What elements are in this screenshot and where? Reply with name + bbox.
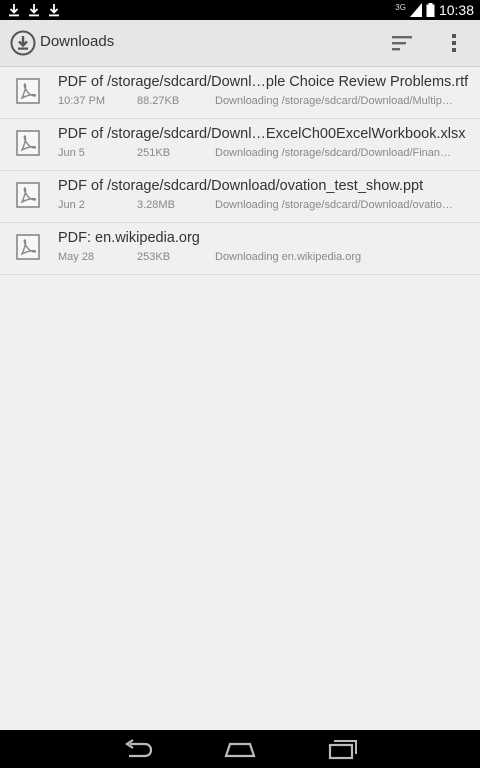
battery-icon [426,3,435,17]
notification-icons [8,2,60,18]
downloads-app-icon[interactable] [10,30,36,56]
download-size: 3.28MB [137,199,175,211]
download-title: PDF: en.wikipedia.org [58,230,200,246]
download-item[interactable]: PDF of /storage/sdcard/Download/ovation_… [0,171,480,223]
download-time: Jun 5 [58,147,85,159]
pdf-file-icon [16,78,40,104]
download-title: PDF of /storage/sdcard/Downl…ple Choice … [58,74,469,90]
network-type-label: 3G [395,2,406,12]
back-icon[interactable] [118,736,158,762]
download-icon [9,4,19,17]
download-size: 253KB [137,251,171,263]
recent-apps-icon[interactable] [322,736,362,762]
download-status: Downloading /storage/sdcard/Download/Fin… [215,147,452,159]
download-item[interactable]: PDF of /storage/sdcard/Downl…ple Choice … [0,67,480,119]
download-status: Downloading /storage/sdcard/Download/ova… [215,199,453,211]
download-title: PDF of /storage/sdcard/Download/ovation_… [58,178,424,194]
clock: 10:38 [438,2,474,18]
status-right: 3G 10:38 [395,1,474,19]
download-time: May 28 [58,251,95,263]
download-title: PDF of /storage/sdcard/Downl…ExcelCh00Ex… [58,126,466,142]
download-time: Jun 2 [58,199,85,211]
download-item[interactable]: PDF: en.wikipedia.org May 28 253KB Downl… [0,223,480,275]
download-icon [49,4,59,17]
download-item[interactable]: PDF of /storage/sdcard/Downl…ExcelCh00Ex… [0,119,480,171]
signal-icon [409,3,422,17]
navigation-bar [0,730,480,768]
sort-icon[interactable] [390,33,414,53]
status-bar: 3G 10:38 [0,0,480,20]
action-bar: Downloads [0,20,480,67]
download-size: 88.27KB [137,95,180,107]
overflow-menu-icon[interactable] [446,32,462,54]
pdf-file-icon [16,182,40,208]
page-title: Downloads [40,33,115,50]
download-size: 251KB [137,147,171,159]
pdf-file-icon [16,234,40,260]
home-icon[interactable] [220,736,260,762]
pdf-file-icon [16,130,40,156]
download-status: Downloading /storage/sdcard/Download/Mul… [215,95,453,107]
downloads-list: PDF of /storage/sdcard/Downl…ple Choice … [0,67,480,275]
download-time: 10:37 PM [58,95,106,107]
download-icon [29,4,39,17]
download-status: Downloading en.wikipedia.org [215,251,362,263]
